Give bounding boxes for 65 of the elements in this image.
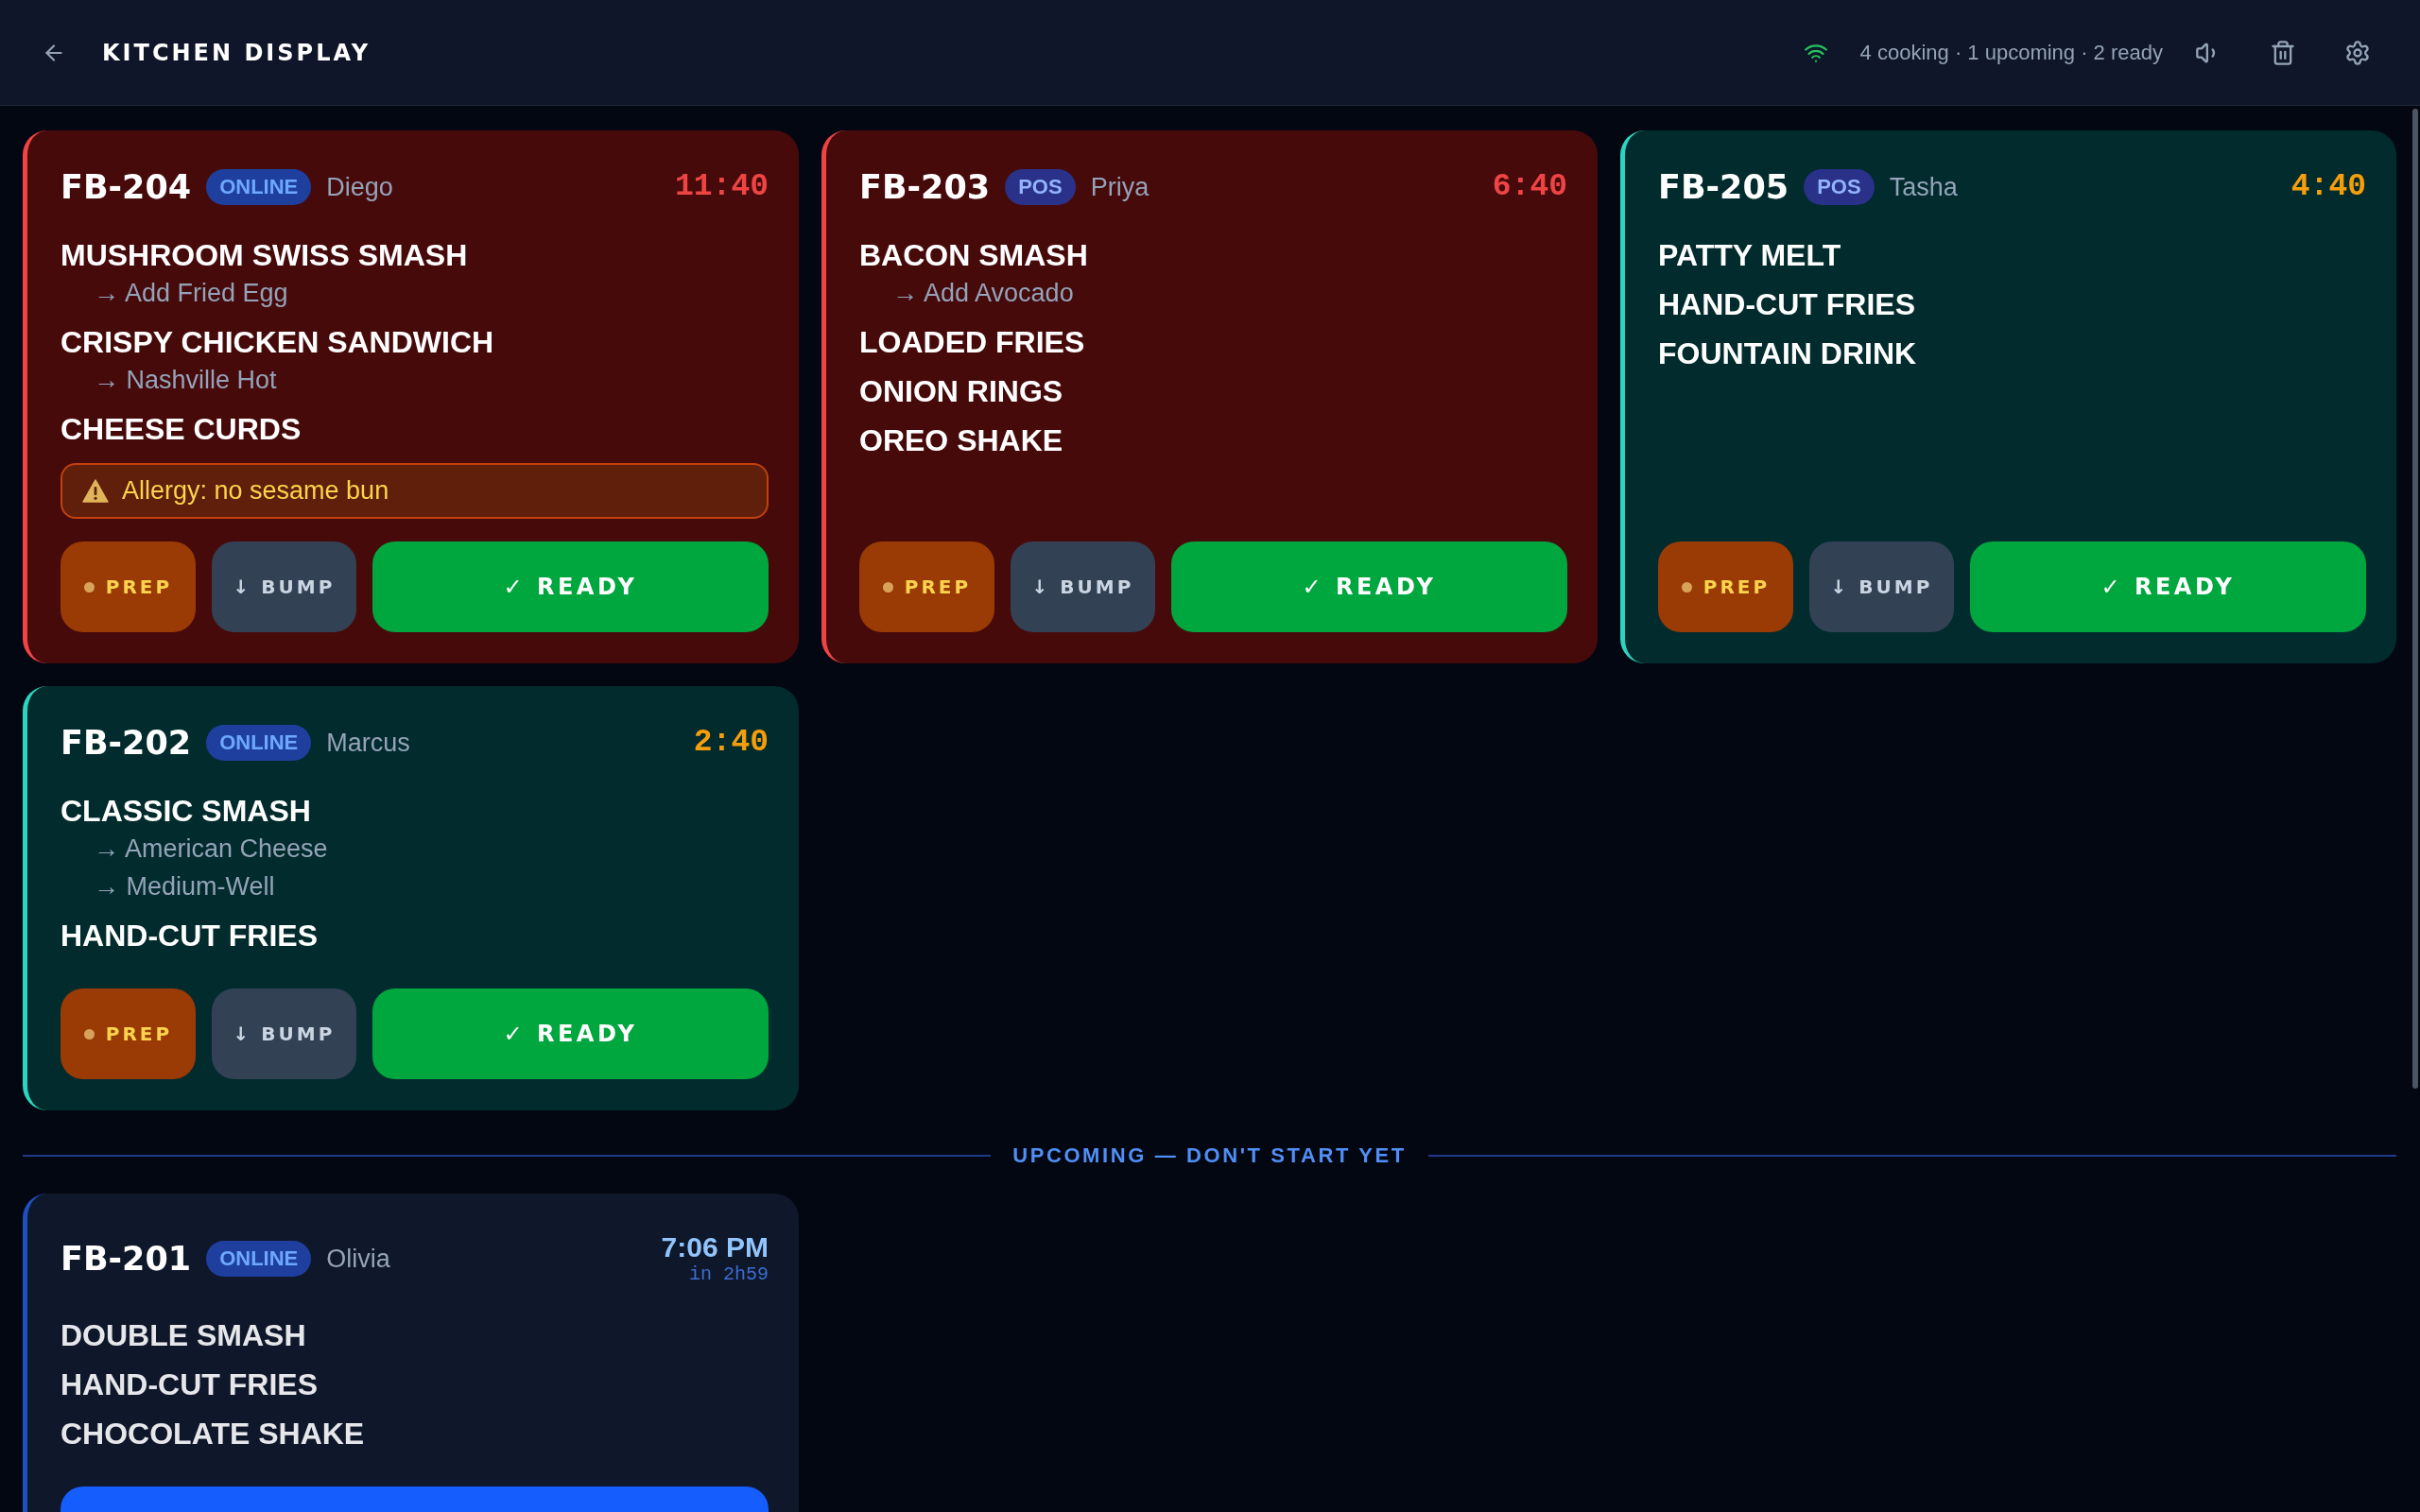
item-name: OREO SHAKE [859, 422, 1064, 459]
ready-button[interactable]: ✓ READY [372, 541, 769, 632]
item-modifier: → Medium-Well [93, 871, 276, 902]
prep-button[interactable]: PREP [1658, 541, 1793, 632]
order-id: FB-205 [1658, 168, 1789, 206]
item-name: CHEESE CURDS [60, 411, 302, 448]
item-name: FOUNTAIN DRINK [1658, 335, 1918, 372]
item-modifier: → Add Avocado [891, 278, 1075, 309]
dot-icon [1681, 581, 1692, 593]
order-timer: 6:40 [1492, 168, 1567, 206]
customer-name: Tasha [1889, 172, 1958, 202]
order-id: FB-204 [60, 168, 192, 206]
order-summary: 4 cooking · 1 upcoming · 2 ready [1859, 40, 2163, 65]
source-badge: ONLINE [206, 1241, 312, 1277]
item-name: HAND-CUT FRIES [60, 918, 319, 954]
source-badge: POS [1005, 169, 1076, 205]
ready-button[interactable]: ✓ READY [372, 988, 769, 1079]
prep-button[interactable]: PREP [60, 541, 196, 632]
order-id: FB-203 [859, 168, 991, 206]
dot-icon [83, 581, 95, 593]
ready-button[interactable]: ✓ READY [1970, 541, 2366, 632]
trash-icon[interactable] [2270, 39, 2296, 66]
dot-icon [882, 581, 893, 593]
scheduled-time: 7:06 PM [661, 1231, 769, 1263]
app-title: KITCHEN DISPLAY [102, 39, 372, 66]
source-badge: POS [1804, 169, 1875, 205]
item-name: HAND-CUT FRIES [1658, 286, 1916, 323]
item-name: MUSHROOM SWISS SMASH [60, 237, 469, 274]
customer-name: Marcus [326, 728, 410, 758]
settings-icon[interactable] [2344, 39, 2371, 66]
source-badge: ONLINE [206, 725, 312, 761]
item-name: PATTY MELT [1658, 237, 1842, 274]
section-heading: UPCOMING — DON'T START YET [1012, 1143, 1407, 1169]
item-name: HAND-CUT FRIES [60, 1366, 319, 1403]
bump-button[interactable]: ↓ BUMP [212, 988, 356, 1079]
item-name: DOUBLE SMASH [60, 1317, 307, 1354]
order-id: FB-202 [60, 724, 192, 762]
order-timer: 4:40 [2290, 168, 2366, 206]
customer-name: Diego [326, 172, 393, 202]
item-name: CRISPY CHICKEN SANDWICH [60, 324, 495, 361]
item-name: CLASSIC SMASH [60, 793, 312, 830]
item-name: ONION RINGS [859, 373, 1064, 410]
prep-button[interactable]: PREP [60, 988, 196, 1079]
bump-button[interactable]: ↓ BUMP [212, 541, 356, 632]
dot-icon [83, 1028, 95, 1040]
item-modifier: → American Cheese [93, 833, 329, 865]
customer-name: Priya [1090, 172, 1150, 202]
order-timer: 11:40 [674, 168, 769, 206]
item-name: CHOCOLATE SHAKE [60, 1416, 366, 1452]
allergy-note: Allergy: no sesame bun [122, 476, 389, 506]
bump-button[interactable]: ↓ BUMP [1011, 541, 1155, 632]
source-badge: ONLINE [206, 169, 312, 205]
item-name: BACON SMASH [859, 237, 1089, 274]
item-modifier: → Nashville Hot [93, 365, 278, 396]
warning-icon [82, 479, 109, 503]
prep-button[interactable]: PREP [859, 541, 994, 632]
order-timer: 2:40 [693, 724, 769, 762]
customer-name: Olivia [326, 1244, 390, 1274]
item-name: LOADED FRIES [859, 324, 1086, 361]
scrollbar-thumb[interactable] [2412, 109, 2418, 1090]
order-id: FB-201 [60, 1240, 192, 1278]
item-modifier: → Add Fried Egg [93, 278, 289, 309]
bump-button[interactable]: ↓ BUMP [1809, 541, 1954, 632]
countdown-text: in 2h59 [689, 1263, 769, 1286]
ready-button[interactable]: ✓ READY [1171, 541, 1567, 632]
